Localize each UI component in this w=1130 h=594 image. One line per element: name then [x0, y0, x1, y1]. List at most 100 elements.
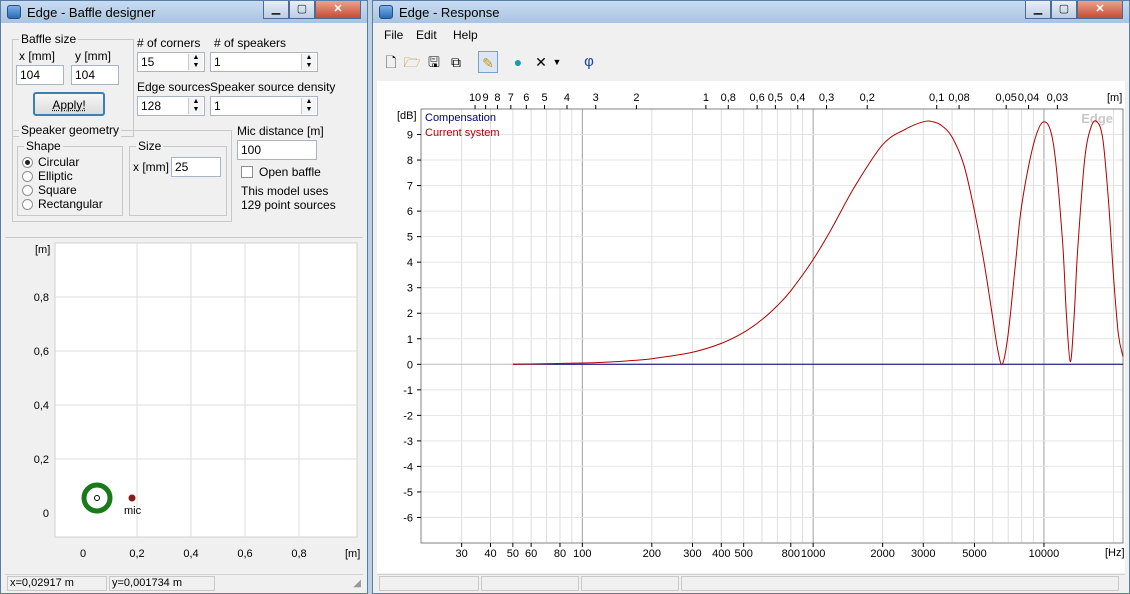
close-button[interactable]: ✕ [1077, 1, 1123, 19]
edge-sources-value: 128 [141, 99, 162, 113]
plot-y-unit: [m] [35, 244, 50, 256]
menu-edit[interactable]: Edit [416, 28, 437, 42]
designer-client-area: Baffle size x [mm] y [mm] 104 104 Apply!… [5, 23, 365, 593]
edge-sources-spinner[interactable]: 128 ▲ ▼ [137, 96, 205, 116]
status-y-coordinate: y=0,001734 m [109, 576, 215, 591]
shape-circular-label: Circular [38, 155, 80, 169]
edge-sources-spin-arrows[interactable]: ▲ ▼ [188, 98, 203, 114]
size-x-input[interactable]: 25 [171, 157, 221, 177]
mic-marker[interactable] [128, 494, 136, 502]
menu-file[interactable]: File [384, 28, 403, 42]
size-x-label: x [mm] [133, 160, 169, 174]
x-tick-label: 80 [554, 548, 566, 560]
plot-y-tick: 0,6 [34, 346, 49, 358]
plot-y-tick: 0,4 [34, 400, 49, 412]
top-tick-label: 2 [633, 92, 639, 104]
top-tick-label: 10 [469, 92, 481, 104]
shape-elliptic-label: Elliptic [38, 169, 73, 183]
shape-option-square[interactable]: Square [22, 183, 118, 198]
status-field-1 [379, 576, 479, 591]
top-tick-label: 1 [703, 92, 709, 104]
response-window: Edge - Response ▁ ▢ ✕ File Edit Help 🗋 🗁… [372, 0, 1130, 594]
mic-label: mic [124, 505, 142, 517]
mic-distance-input[interactable]: 100 [237, 140, 317, 160]
plot-x-tick: 0 [80, 548, 86, 560]
speaker-center-point [94, 495, 100, 501]
window-title: Edge - Baffle designer [27, 5, 156, 20]
baffle-x-input[interactable]: 104 [16, 65, 64, 85]
top-tick-label: 0,6 [749, 92, 764, 104]
title-bar[interactable]: Edge - Baffle designer ▁ ▢ ✕ [1, 1, 367, 23]
close-button[interactable]: ✕ [315, 1, 361, 19]
open-baffle-label: Open baffle [259, 165, 321, 179]
status-x-coordinate: x=0,02917 m [7, 576, 107, 591]
radio-square[interactable] [22, 185, 33, 196]
x-tick-label: 5000 [962, 548, 986, 560]
radio-elliptic[interactable] [22, 171, 33, 182]
corners-spinner[interactable]: 15 ▲ ▼ [137, 52, 205, 72]
dropdown-arrow-icon[interactable]: ▼ [551, 51, 563, 73]
shape-square-label: Square [38, 183, 77, 197]
apply-button[interactable]: Apply! [33, 92, 105, 116]
x-tick-label: 2000 [870, 548, 894, 560]
x-tick-label: 1000 [801, 548, 825, 560]
mic-distance-label: Mic distance [m] [237, 124, 324, 138]
radio-circular[interactable] [22, 157, 33, 168]
shape-option-elliptic[interactable]: Elliptic [22, 169, 118, 184]
open-baffle-checkbox-row[interactable]: Open baffle [241, 164, 331, 180]
plot-x-tick: 0,6 [237, 548, 252, 560]
top-tick-label: 0,04 [1018, 92, 1039, 104]
top-tick-label: 3 [593, 92, 599, 104]
y-tick-label: -6 [403, 512, 413, 524]
title-bar[interactable]: Edge - Response ▁ ▢ ✕ [373, 1, 1129, 23]
top-tick-label: 0,1 [929, 92, 944, 104]
baffle-y-input[interactable]: 104 [71, 65, 119, 85]
maximize-button[interactable]: ▢ [289, 1, 315, 19]
phase-icon[interactable]: φ [579, 51, 599, 73]
plot-x-tick: 0,4 [183, 548, 198, 560]
edge-sources-label: Edge sources [137, 80, 211, 94]
corners-spin-arrows[interactable]: ▲ ▼ [188, 54, 203, 70]
speakers-spin-arrows[interactable]: ▲ ▼ [301, 54, 316, 70]
density-spin-arrows[interactable]: ▲ ▼ [301, 98, 316, 114]
plot-y-tick: 0 [43, 508, 49, 520]
minimize-button[interactable]: ▁ [1025, 1, 1051, 19]
copy-icon[interactable]: ⧉ [446, 51, 466, 73]
speakers-label: # of speakers [214, 36, 287, 50]
menu-help[interactable]: Help [453, 28, 478, 42]
open-baffle-checkbox[interactable] [241, 166, 253, 178]
response-chart[interactable]: 9876543210-1-2-3-4-5-6 30 40 50 60 80 100 200 3… [377, 81, 1125, 573]
speakers-spinner[interactable]: 1 ▲ ▼ [210, 52, 318, 72]
x-tick-label: 200 [643, 548, 661, 560]
menu-bar: File Edit Help [377, 27, 1125, 47]
top-tick-label: 5 [541, 92, 547, 104]
shape-option-circular[interactable]: Circular [22, 155, 118, 170]
resize-grip-icon[interactable]: ◢ [353, 578, 361, 589]
y-tick-label: -5 [403, 487, 413, 499]
top-tick-label: 8 [494, 92, 500, 104]
app-icon [7, 5, 21, 19]
plot-x-tick: 0,8 [291, 548, 306, 560]
shape-option-rectangular[interactable]: Rectangular [22, 197, 118, 212]
baffle-y-label: y [mm] [75, 49, 111, 63]
density-spinner[interactable]: 1 ▲ ▼ [210, 96, 318, 116]
minimize-button[interactable]: ▁ [263, 1, 289, 19]
baffle-plot[interactable]: [m] 0,8 0,6 0,4 0,2 0 0 0,2 0,4 0,6 0,8 … [5, 239, 365, 575]
top-tick-label: 0,8 [721, 92, 736, 104]
open-folder-icon[interactable]: 🗁 [402, 51, 422, 73]
radio-rectangular[interactable] [22, 199, 33, 210]
delete-icon[interactable]: ✕ [531, 51, 551, 73]
y-tick-label: -1 [403, 385, 413, 397]
baffle-designer-window: Edge - Baffle designer ▁ ▢ ✕ Baffle size… [0, 0, 368, 594]
speaker-icon[interactable]: ● [508, 51, 528, 73]
plot-y-tick: 0,2 [34, 454, 49, 466]
top-tick-label: 7 [508, 92, 514, 104]
maximize-button[interactable]: ▢ [1051, 1, 1077, 19]
top-axis-unit: [m] [1107, 92, 1122, 104]
size-label: Size [136, 139, 164, 153]
panel-divider [5, 237, 363, 238]
new-file-icon[interactable]: 🗋 [381, 51, 401, 73]
pencil-icon[interactable]: ✎ [478, 51, 498, 73]
speaker-geometry-group: Speaker geometry Shape Circular Elliptic… [12, 123, 232, 222]
save-icon[interactable]: 🖫 [424, 51, 444, 73]
